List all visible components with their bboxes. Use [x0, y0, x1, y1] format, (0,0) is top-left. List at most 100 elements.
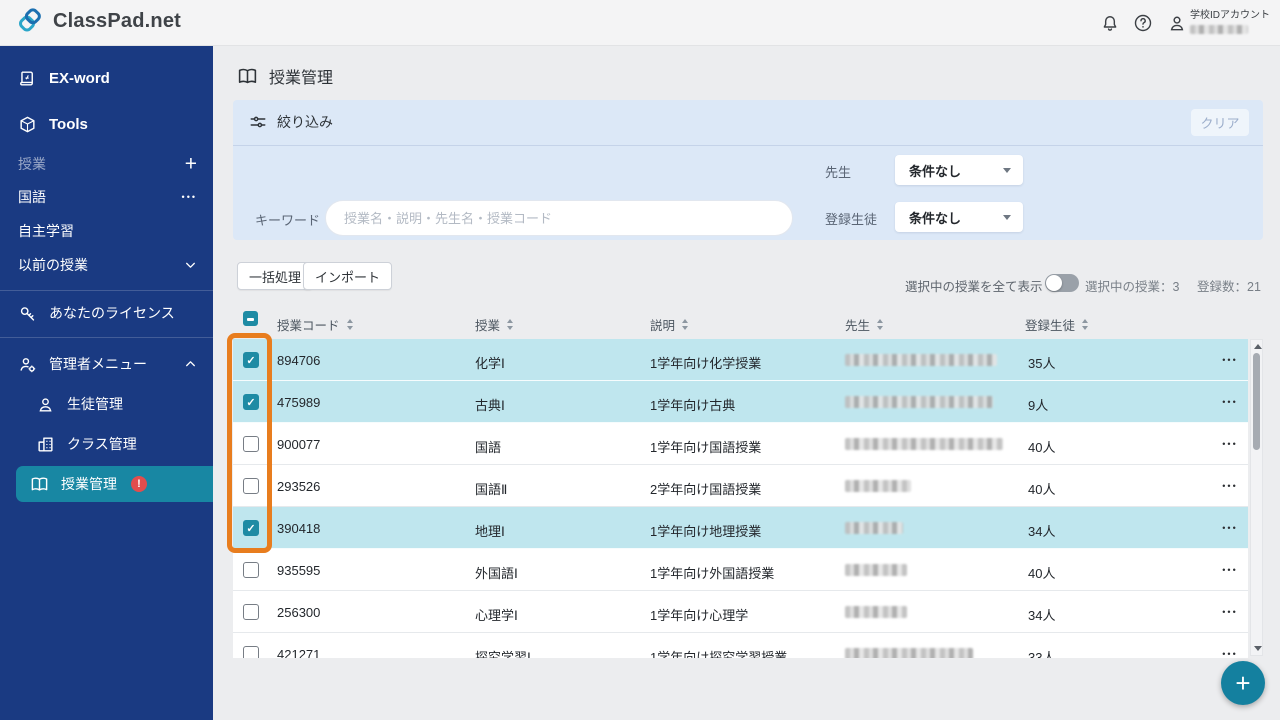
row-menu-button[interactable]: ••• — [1208, 423, 1248, 465]
sidebar-item-kokugo[interactable]: 国語 ••• — [0, 180, 213, 214]
help-icon[interactable] — [1133, 13, 1153, 33]
sidebar-item-student-management[interactable]: 生徒管理 — [0, 387, 213, 421]
sidebar-item-previous-classes[interactable]: 以前の授業 — [0, 248, 213, 282]
sort-icon — [682, 319, 689, 330]
account-info[interactable]: 学校IDアカウント — [1190, 6, 1270, 39]
cell-class-name: 外国語Ⅰ — [475, 566, 518, 581]
column-header-teacher[interactable]: 先生 — [845, 315, 884, 334]
teacher-filter-dropdown[interactable]: 条件なし — [895, 155, 1023, 185]
keyword-search-input[interactable] — [325, 200, 793, 236]
kokugo-menu-icon[interactable]: ••• — [182, 192, 197, 202]
row-menu-button[interactable]: ••• — [1208, 507, 1248, 549]
cell-description: 1学年向け古典 — [650, 398, 736, 413]
cell-teacher-redacted — [845, 396, 993, 408]
sidebar-item-tools[interactable]: Tools — [0, 106, 213, 142]
cell-teacher-redacted — [845, 480, 911, 492]
sidebar-item-admin-menu[interactable]: 管理者メニュー — [0, 347, 213, 381]
row-menu-button[interactable]: ••• — [1208, 633, 1248, 658]
filter-header: 絞り込み — [249, 112, 333, 132]
row-menu-button[interactable]: ••• — [1208, 591, 1248, 633]
table-row[interactable]: ✓ 390418 地理Ⅰ 1学年向け地理授業 34人 ••• — [233, 507, 1248, 549]
cell-teacher-redacted — [845, 354, 997, 366]
cell-class-code: 475989 — [277, 395, 321, 410]
import-button[interactable]: インポート — [303, 262, 393, 290]
cell-class-code: 256300 — [277, 605, 321, 620]
select-all-checkbox[interactable] — [243, 311, 258, 326]
add-class-icon[interactable]: + — [185, 154, 197, 175]
column-header-code[interactable]: 授業コード — [277, 315, 353, 334]
chevron-down-icon — [186, 262, 195, 268]
cell-student-count: 34人 — [1028, 608, 1056, 623]
sidebar-item-self-study[interactable]: 自主学習 — [0, 214, 213, 248]
bulk-action-button[interactable]: 一括処理 — [237, 262, 314, 290]
row-checkbox[interactable] — [243, 562, 259, 578]
brand[interactable]: ClassPad.net — [18, 8, 181, 34]
table-row[interactable]: 293526 国語Ⅱ 2学年向け国語授業 40人 ••• — [233, 465, 1248, 507]
cell-description: 2学年向け国語授業 — [650, 482, 762, 497]
scrollbar-thumb[interactable] — [1253, 353, 1260, 450]
students-filter-dropdown[interactable]: 条件なし — [895, 202, 1023, 232]
sidebar-section-label: 授業 — [18, 156, 46, 172]
students-filter-label: 登録生徒 — [825, 212, 878, 227]
row-menu-button[interactable]: ••• — [1208, 339, 1248, 381]
cell-class-code: 894706 — [277, 353, 321, 368]
cell-class-code: 421271 — [277, 647, 321, 658]
table-row[interactable]: 935595 外国語Ⅰ 1学年向け外国語授業 40人 ••• — [233, 549, 1248, 591]
table-row[interactable]: 421271 探究学習Ⅰ 1学年向け探究学習授業 33人 ••• — [233, 633, 1248, 658]
alert-badge: ! — [131, 476, 147, 492]
row-menu-button[interactable]: ••• — [1208, 381, 1248, 423]
cell-class-code: 900077 — [277, 437, 321, 452]
row-checkbox[interactable]: ✓ — [243, 520, 259, 536]
table-row[interactable]: ✓ 475989 古典Ⅰ 1学年向け古典 9人 ••• — [233, 381, 1248, 423]
row-checkbox[interactable]: ✓ — [243, 352, 259, 368]
classpad-logo-icon — [19, 8, 41, 32]
sidebar-item-class-management[interactable]: クラス管理 — [0, 427, 213, 461]
cell-description: 1学年向け外国語授業 — [650, 566, 775, 581]
cell-teacher-redacted — [845, 648, 973, 658]
filter-panel: 絞り込み クリア 先生 条件なし 登録生徒 条件なし キーワード — [233, 100, 1263, 240]
page-title-text: 授業管理 — [269, 70, 334, 87]
cell-class-code: 390418 — [277, 521, 321, 536]
cell-class-name: 化学Ⅰ — [475, 356, 505, 371]
add-class-fab[interactable]: + — [1221, 661, 1265, 705]
table-scrollbar[interactable] — [1250, 339, 1263, 656]
cell-class-code: 293526 — [277, 479, 321, 494]
table-row[interactable]: 900077 国語 1学年向け国語授業 40人 ••• — [233, 423, 1248, 465]
cell-class-name: 地理Ⅰ — [475, 524, 505, 539]
show-selected-toggle[interactable] — [1045, 274, 1079, 292]
sidebar-item-label: 生徒管理 — [67, 396, 123, 412]
sidebar-divider — [0, 290, 213, 291]
filter-sliders-icon — [250, 116, 266, 128]
sidebar-item-license[interactable]: あなたのライセンス — [0, 296, 213, 330]
cell-class-name: 国語Ⅱ — [475, 482, 508, 497]
cell-teacher-redacted — [845, 522, 903, 534]
cell-class-code: 935595 — [277, 563, 321, 578]
sidebar-item-ex-word[interactable]: EX-word — [0, 60, 213, 96]
row-checkbox[interactable]: ✓ — [243, 394, 259, 410]
account-user-icon[interactable] — [1167, 13, 1187, 33]
row-menu-button[interactable]: ••• — [1208, 465, 1248, 507]
column-header-students[interactable]: 登録生徒 — [1025, 315, 1089, 334]
row-checkbox[interactable] — [243, 604, 259, 620]
chevron-down-icon — [1003, 215, 1011, 220]
scroll-up-icon[interactable] — [1253, 344, 1262, 349]
row-checkbox[interactable] — [243, 436, 259, 452]
cell-description: 1学年向け心理学 — [650, 608, 749, 623]
column-header-class[interactable]: 授業 — [475, 315, 514, 334]
dictionary-icon — [20, 70, 33, 86]
chevron-down-icon — [1003, 168, 1011, 173]
teacher-filter-label: 先生 — [825, 165, 852, 180]
clear-filter-button[interactable]: クリア — [1191, 109, 1249, 136]
admin-user-gear-icon — [20, 357, 36, 372]
cell-description: 1学年向け地理授業 — [650, 524, 762, 539]
table-row[interactable]: 256300 心理学Ⅰ 1学年向け心理学 34人 ••• — [233, 591, 1248, 633]
notifications-bell-icon[interactable] — [1100, 13, 1120, 33]
scroll-down-icon[interactable] — [1253, 646, 1262, 651]
row-menu-button[interactable]: ••• — [1208, 549, 1248, 591]
row-checkbox[interactable] — [243, 478, 259, 494]
row-checkbox[interactable] — [243, 646, 259, 658]
sidebar-item-lesson-management-active[interactable]: 授業管理 ! — [16, 466, 213, 502]
table-row[interactable]: ✓ 894706 化学Ⅰ 1学年向け化学授業 35人 ••• — [233, 339, 1248, 381]
column-header-description[interactable]: 説明 — [650, 315, 689, 334]
cell-student-count: 33人 — [1028, 650, 1056, 658]
